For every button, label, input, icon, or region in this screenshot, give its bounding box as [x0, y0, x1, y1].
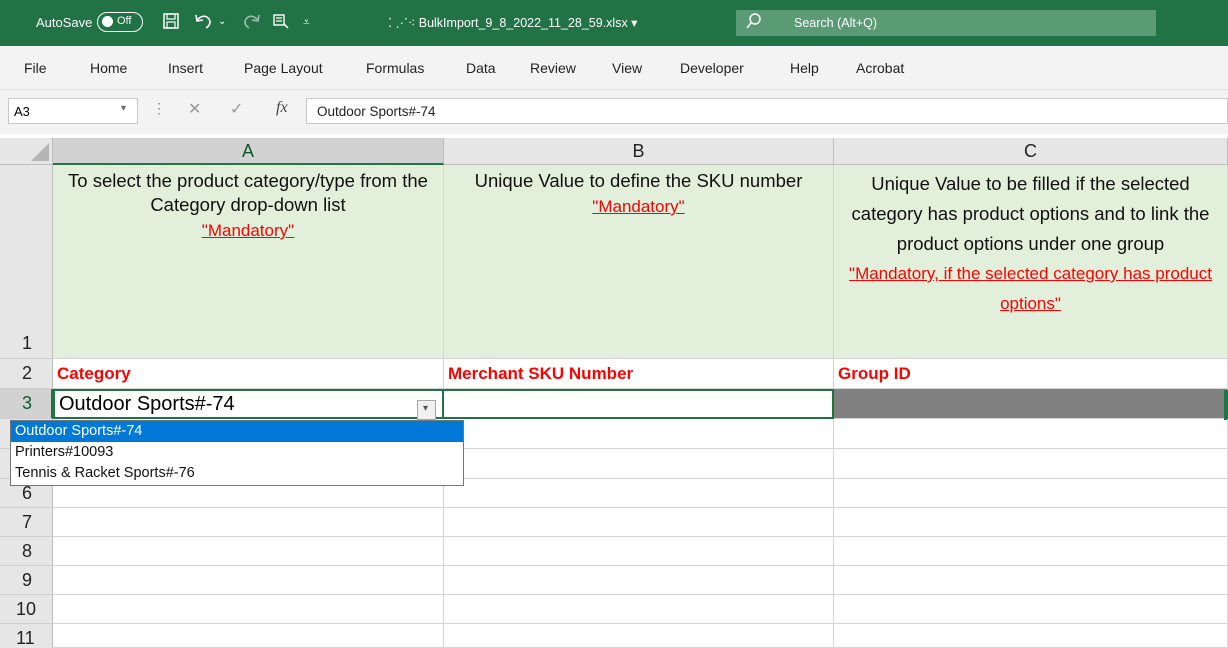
chevron-down-icon[interactable]: ▾ [121, 103, 126, 114]
search-icon [746, 13, 762, 33]
cell-c6[interactable] [834, 479, 1228, 508]
autosave-state: Off [117, 15, 132, 27]
cell-c7[interactable] [834, 508, 1228, 537]
cell-b1[interactable]: Unique Value to define the SKU number "M… [444, 165, 834, 359]
cell-a10[interactable] [53, 595, 444, 624]
cell-c10[interactable] [834, 595, 1228, 624]
cell-c5[interactable] [834, 449, 1228, 479]
undo-icon[interactable] [193, 12, 215, 35]
tab-review[interactable]: Review [530, 60, 576, 76]
chevron-down-icon: ▾ [423, 403, 429, 414]
insert-function-icon[interactable]: fx [276, 99, 288, 117]
category-hint-text: To select the product category/type from… [68, 170, 428, 215]
name-box[interactable]: A3 ▾ [8, 98, 138, 124]
tab-formulas[interactable]: Formulas [366, 60, 424, 76]
tab-acrobat[interactable]: Acrobat [856, 60, 904, 76]
formula-bar: A3 ▾ ⋮ ✕ ✓ fx Outdoor Sports#-74 [0, 90, 1228, 134]
column-header-b[interactable]: B [444, 138, 834, 165]
tab-view[interactable]: View [612, 60, 642, 76]
category-dropdown-list: Outdoor Sports#-74 Printers#10093 Tennis… [10, 420, 464, 486]
row-header-3[interactable]: 3 [0, 389, 53, 419]
dropdown-option-tennis-racket[interactable]: Tennis & Racket Sports#-76 [11, 463, 463, 484]
autosave-label: AutoSave [36, 15, 93, 30]
search-box[interactable]: Search (Alt+Q) [736, 10, 1156, 36]
tab-insert[interactable]: Insert [168, 60, 203, 76]
cell-b11[interactable] [444, 624, 834, 648]
cancel-icon[interactable]: ✕ [188, 99, 201, 119]
row-header-10[interactable]: 10 [0, 595, 53, 624]
row-header-8[interactable]: 8 [0, 537, 53, 566]
row-header-9[interactable]: 9 [0, 566, 53, 595]
customize-icon[interactable]: ⩡ [303, 15, 310, 30]
formula-value: Outdoor Sports#-74 [317, 104, 436, 119]
name-box-value: A3 [14, 104, 30, 119]
cell-b9[interactable] [444, 566, 834, 595]
select-all-button[interactable] [0, 138, 53, 165]
cell-c11[interactable] [834, 624, 1228, 648]
cell-a11[interactable] [53, 624, 444, 648]
select-all-icon [31, 143, 49, 161]
cell-c8[interactable] [834, 537, 1228, 566]
undo-dropdown-icon[interactable]: ⌄ [218, 16, 226, 27]
ribbon-tabs: File Home Insert Page Layout Formulas Da… [0, 46, 1228, 90]
cell-b5[interactable] [444, 449, 834, 479]
cell-c1[interactable]: Unique Value to be filled if the selecte… [834, 165, 1228, 359]
cell-b8[interactable] [444, 537, 834, 566]
column-header-c[interactable]: C [834, 138, 1228, 165]
save-icon[interactable] [162, 12, 180, 35]
dropdown-option-outdoor-sports[interactable]: Outdoor Sports#-74 [11, 421, 463, 442]
toggle-knob [102, 16, 113, 27]
tab-file[interactable]: File [24, 60, 47, 76]
cell-a7[interactable] [53, 508, 444, 537]
cell-dropdown-button[interactable]: ▾ [417, 400, 436, 420]
format-icon[interactable] [272, 12, 290, 35]
cell-c9[interactable] [834, 566, 1228, 595]
cell-a8[interactable] [53, 537, 444, 566]
selection-edge [1224, 390, 1228, 420]
cell-b10[interactable] [444, 595, 834, 624]
redo-icon[interactable] [240, 12, 262, 35]
tab-developer[interactable]: Developer [680, 60, 744, 76]
cell-c4[interactable] [834, 419, 1228, 449]
sku-hint-text: Unique Value to define the SKU number [474, 170, 803, 191]
tab-data[interactable]: Data [466, 60, 496, 76]
worksheet-grid: A B C 1 2 3 4 5 6 7 8 9 10 11 To select … [0, 138, 1228, 648]
row-header-7[interactable]: 7 [0, 508, 53, 537]
tab-help[interactable]: Help [790, 60, 819, 76]
row-header-2[interactable]: 2 [0, 359, 53, 389]
autosave-toggle[interactable]: Off [97, 12, 143, 32]
cell-b7[interactable] [444, 508, 834, 537]
cell-b4[interactable] [444, 419, 834, 449]
row-header-11[interactable]: 11 [0, 624, 53, 648]
formula-input[interactable]: Outdoor Sports#-74 [306, 98, 1228, 124]
cell-b6[interactable] [444, 479, 834, 508]
row-header-1[interactable]: 1 [0, 165, 53, 359]
tab-home[interactable]: Home [90, 60, 127, 76]
cell-a3-active[interactable]: Outdoor Sports#-74 [53, 389, 444, 419]
cell-c3[interactable] [834, 389, 1228, 419]
cell-a1[interactable]: To select the product category/type from… [53, 165, 444, 359]
divider-dots: ⋮ [152, 100, 166, 116]
cell-c2[interactable]: Group ID [834, 359, 1228, 389]
category-mandatory-note: "Mandatory" [201, 221, 295, 240]
cell-a9[interactable] [53, 566, 444, 595]
dropdown-option-printers[interactable]: Printers#10093 [11, 442, 463, 463]
sku-mandatory-note: "Mandatory" [592, 197, 685, 216]
cell-b2[interactable]: Merchant SKU Number [444, 359, 834, 389]
group-mandatory-note: "Mandatory, if the selected category has… [849, 264, 1212, 313]
search-placeholder: Search (Alt+Q) [794, 16, 878, 30]
cell-b3[interactable] [444, 389, 834, 419]
title-bar: AutoSave Off ⌄ ⩡ ⁚ ⋰⁖ BulkImport_9_8_202… [0, 0, 1228, 46]
cell-a2[interactable]: Category [53, 359, 444, 389]
enter-icon[interactable]: ✓ [230, 99, 243, 119]
file-name[interactable]: ⁚ ⋰⁖ BulkImport_9_8_2022_11_28_59.xlsx ▾ [388, 15, 637, 30]
group-hint-text: Unique Value to be filled if the selecte… [851, 173, 1210, 254]
column-header-a[interactable]: A [53, 138, 444, 165]
tab-page-layout[interactable]: Page Layout [244, 60, 323, 76]
